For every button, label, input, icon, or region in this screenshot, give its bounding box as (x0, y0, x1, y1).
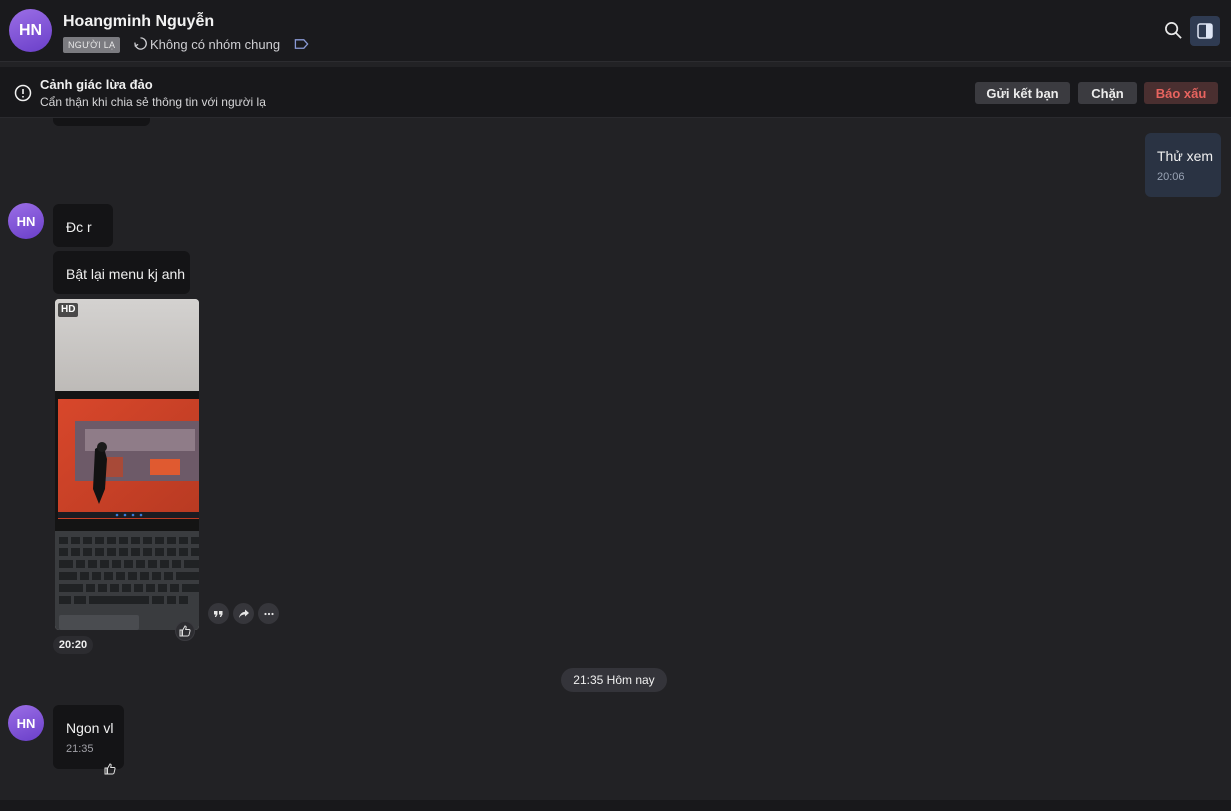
warning-subtitle: Cẩn thận khi chia sẻ thông tin với người… (40, 95, 266, 109)
alert-circle-icon (14, 84, 32, 102)
contact-name[interactable]: Hoangminh Nguyễn (63, 13, 214, 31)
like-reaction-button[interactable] (100, 759, 120, 779)
block-button[interactable]: Chặn (1078, 82, 1137, 104)
common-groups-icon (134, 37, 147, 50)
message-text: Đc r (66, 219, 92, 235)
stranger-badge: NGƯỜI LẠ (63, 37, 121, 53)
more-options-button[interactable] (258, 603, 279, 624)
quote-icon (214, 611, 223, 617)
thumbs-up-icon (179, 625, 191, 637)
sidebar-panel-icon (1197, 23, 1213, 39)
photo-thumbnail (55, 299, 199, 630)
message-time: 21:35 (66, 743, 94, 755)
chat-header (0, 0, 1231, 62)
more-icon (263, 612, 274, 615)
message-text: Ngon vl (66, 720, 114, 736)
share-icon (238, 609, 249, 618)
send-friend-request-button[interactable]: Gửi kết bạn (975, 82, 1070, 104)
message-text: Bật lại menu kj anh (66, 266, 186, 282)
hd-badge: HD (58, 303, 79, 317)
sender-avatar[interactable]: HN (8, 203, 44, 239)
message-time: 20:06 (1157, 171, 1185, 183)
quote-reply-button[interactable] (208, 603, 229, 624)
thumbs-up-icon (104, 763, 116, 775)
like-reaction-button[interactable] (175, 621, 195, 641)
date-divider: 21:35 Hôm nay (561, 668, 667, 692)
photo-time: 20:20 (53, 636, 93, 654)
previous-message-bubble (53, 118, 150, 126)
toggle-info-panel-button[interactable] (1190, 16, 1220, 46)
composer-edge (0, 800, 1231, 811)
report-button[interactable]: Báo xấu (1144, 82, 1218, 104)
photo-message[interactable] (55, 299, 199, 630)
warning-title: Cảnh giác lừa đảo (40, 77, 153, 92)
contact-avatar[interactable]: HN (9, 9, 52, 52)
label-tag-icon[interactable] (294, 38, 309, 50)
sender-avatar[interactable]: HN (8, 705, 44, 741)
search-icon[interactable] (1164, 21, 1183, 40)
share-button[interactable] (233, 603, 254, 624)
common-groups-text[interactable]: Không có nhóm chung (150, 37, 280, 52)
message-text: Thử xem (1157, 148, 1214, 164)
outgoing-message-bubble[interactable] (1145, 133, 1221, 197)
